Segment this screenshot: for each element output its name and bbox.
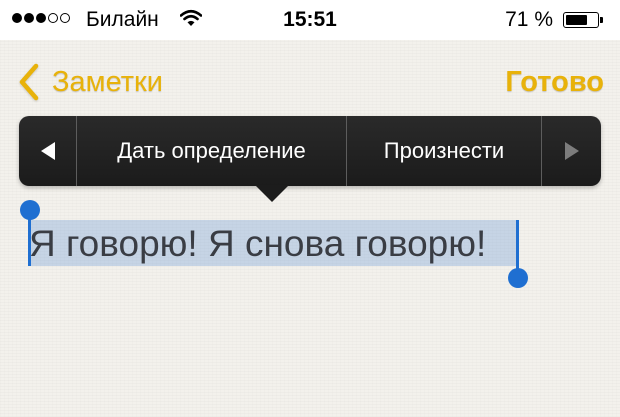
battery-icon: [563, 12, 603, 28]
selection-start-caret: [28, 212, 31, 266]
edit-menu: Дать определение Произнести: [19, 116, 601, 186]
back-button[interactable]: Заметки: [18, 60, 163, 104]
note-text[interactable]: Я говорю! Я снова говорю!: [29, 222, 486, 266]
edit-menu-next-button[interactable]: [542, 116, 601, 186]
selection-start-handle[interactable]: [20, 200, 40, 220]
edit-menu-prev-button[interactable]: [19, 116, 76, 186]
selection-end-handle[interactable]: [508, 268, 528, 288]
speak-button[interactable]: Произнести: [347, 116, 541, 186]
back-button-label: Заметки: [52, 66, 163, 98]
battery-nub: [600, 17, 603, 23]
done-button[interactable]: Готово: [505, 60, 604, 104]
triangle-right-icon: [564, 142, 579, 160]
define-button[interactable]: Дать определение: [77, 116, 346, 186]
status-bar: Билайн 15:51 71 %: [0, 0, 620, 40]
chevron-left-icon: [19, 63, 39, 101]
battery-fill: [566, 15, 588, 25]
triangle-left-icon: [40, 142, 55, 160]
edit-menu-pointer: [255, 185, 289, 202]
battery-percent: 71 %: [505, 8, 553, 31]
